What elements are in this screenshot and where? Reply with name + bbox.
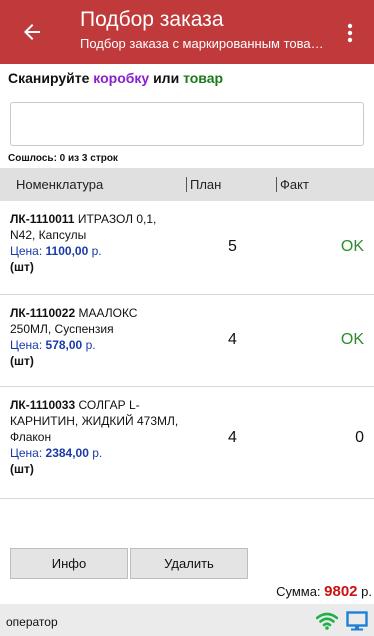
page-title: Подбор заказа: [80, 8, 224, 31]
monitor-icon: [346, 611, 368, 631]
prompt-middle: или: [149, 70, 184, 86]
row-description: ЛК-1110022 МААЛОКС 250МЛ, Суспензия Цена…: [10, 305, 180, 369]
table-header: Номенклатура План Факт: [0, 168, 374, 201]
row-description: ЛК-1110011 ИТРАЗОЛ 0,1, N42, Капсулы Цен…: [10, 211, 180, 275]
prompt-box: коробку: [93, 70, 150, 86]
back-arrow-icon[interactable]: [20, 20, 44, 44]
item-unit: (шт): [10, 462, 34, 476]
price-label: Цена:: [10, 338, 46, 352]
item-price: 1100,00: [45, 244, 89, 258]
price-label: Цена:: [10, 446, 46, 460]
item-unit: (шт): [10, 260, 34, 274]
price-currency: р.: [88, 446, 103, 460]
item-code: ЛК-1110022: [10, 306, 76, 320]
item-plan: 5: [228, 238, 237, 255]
status-bar: оператор: [0, 604, 374, 636]
wifi-icon: [316, 612, 338, 630]
column-header-name: Номенклатура: [16, 177, 104, 192]
item-price: 2384,00: [45, 446, 89, 460]
item-fact: OK: [340, 331, 364, 348]
item-fact: 0: [355, 429, 364, 446]
item-code: ЛК-1110011: [10, 212, 75, 226]
operator-name: оператор: [6, 615, 58, 629]
row-description: ЛК-1110033 СОЛГАР L-КАРНИТИН, ЖИДКИЙ 473…: [10, 397, 180, 477]
table-row[interactable]: ЛК-1110011 ИТРАЗОЛ 0,1, N42, Капсулы Цен…: [0, 201, 374, 295]
item-plan: 4: [228, 331, 237, 348]
app-bar: Подбор заказа Подбор заказа с маркирован…: [0, 0, 374, 64]
table-row[interactable]: ЛК-1110022 МААЛОКС 250МЛ, Суспензия Цена…: [0, 295, 374, 387]
item-price: 578,00: [45, 338, 83, 352]
info-button[interactable]: Инфо: [10, 548, 128, 579]
column-header-plan: План: [186, 177, 221, 192]
price-label: Цена:: [10, 244, 46, 258]
sum-currency: р.: [357, 584, 372, 599]
column-header-fact: Факт: [276, 177, 309, 192]
scan-prompt: Сканируйте коробку или товар: [8, 70, 223, 86]
prompt-prefix: Сканируйте: [8, 70, 94, 86]
sum-value: 9802: [324, 583, 358, 600]
delete-button[interactable]: Удалить: [130, 548, 248, 579]
matched-counter: Сошлось: 0 из 3 строк: [8, 153, 118, 164]
sum-label: Сумма:: [276, 584, 325, 599]
prompt-item: товар: [183, 70, 224, 86]
item-code: ЛК-1110033: [10, 398, 76, 412]
more-menu-icon[interactable]: [342, 22, 358, 44]
price-currency: р.: [88, 244, 102, 258]
item-plan: 4: [228, 429, 237, 446]
order-total: Сумма: 9802 р.: [276, 583, 372, 600]
page-subtitle: Подбор заказа с маркированным товаром: [80, 36, 330, 51]
item-fact: OK: [340, 238, 364, 255]
table-row[interactable]: ЛК-1110033 СОЛГАР L-КАРНИТИН, ЖИДКИЙ 473…: [0, 387, 374, 499]
scan-input[interactable]: [10, 102, 364, 146]
item-unit: (шт): [10, 354, 34, 368]
price-currency: р.: [82, 338, 96, 352]
